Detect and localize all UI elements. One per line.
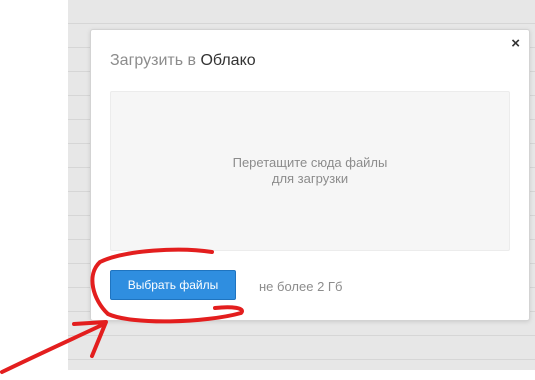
- dialog-title-prefix: Загрузить в: [110, 52, 196, 69]
- size-limit-note: не более 2 Гб: [259, 279, 343, 294]
- dialog-title: Загрузить в Облако: [110, 52, 256, 70]
- file-dropzone[interactable]: Перетащите сюда файлы для загрузки: [110, 91, 510, 251]
- close-icon[interactable]: ×: [511, 36, 520, 51]
- choose-files-button[interactable]: Выбрать файлы: [110, 270, 236, 300]
- upload-dialog: × Загрузить в Облако Перетащите сюда фай…: [90, 29, 530, 321]
- dropzone-hint: Перетащите сюда файлы для загрузки: [232, 155, 388, 186]
- dialog-title-brand: Облако: [200, 52, 256, 69]
